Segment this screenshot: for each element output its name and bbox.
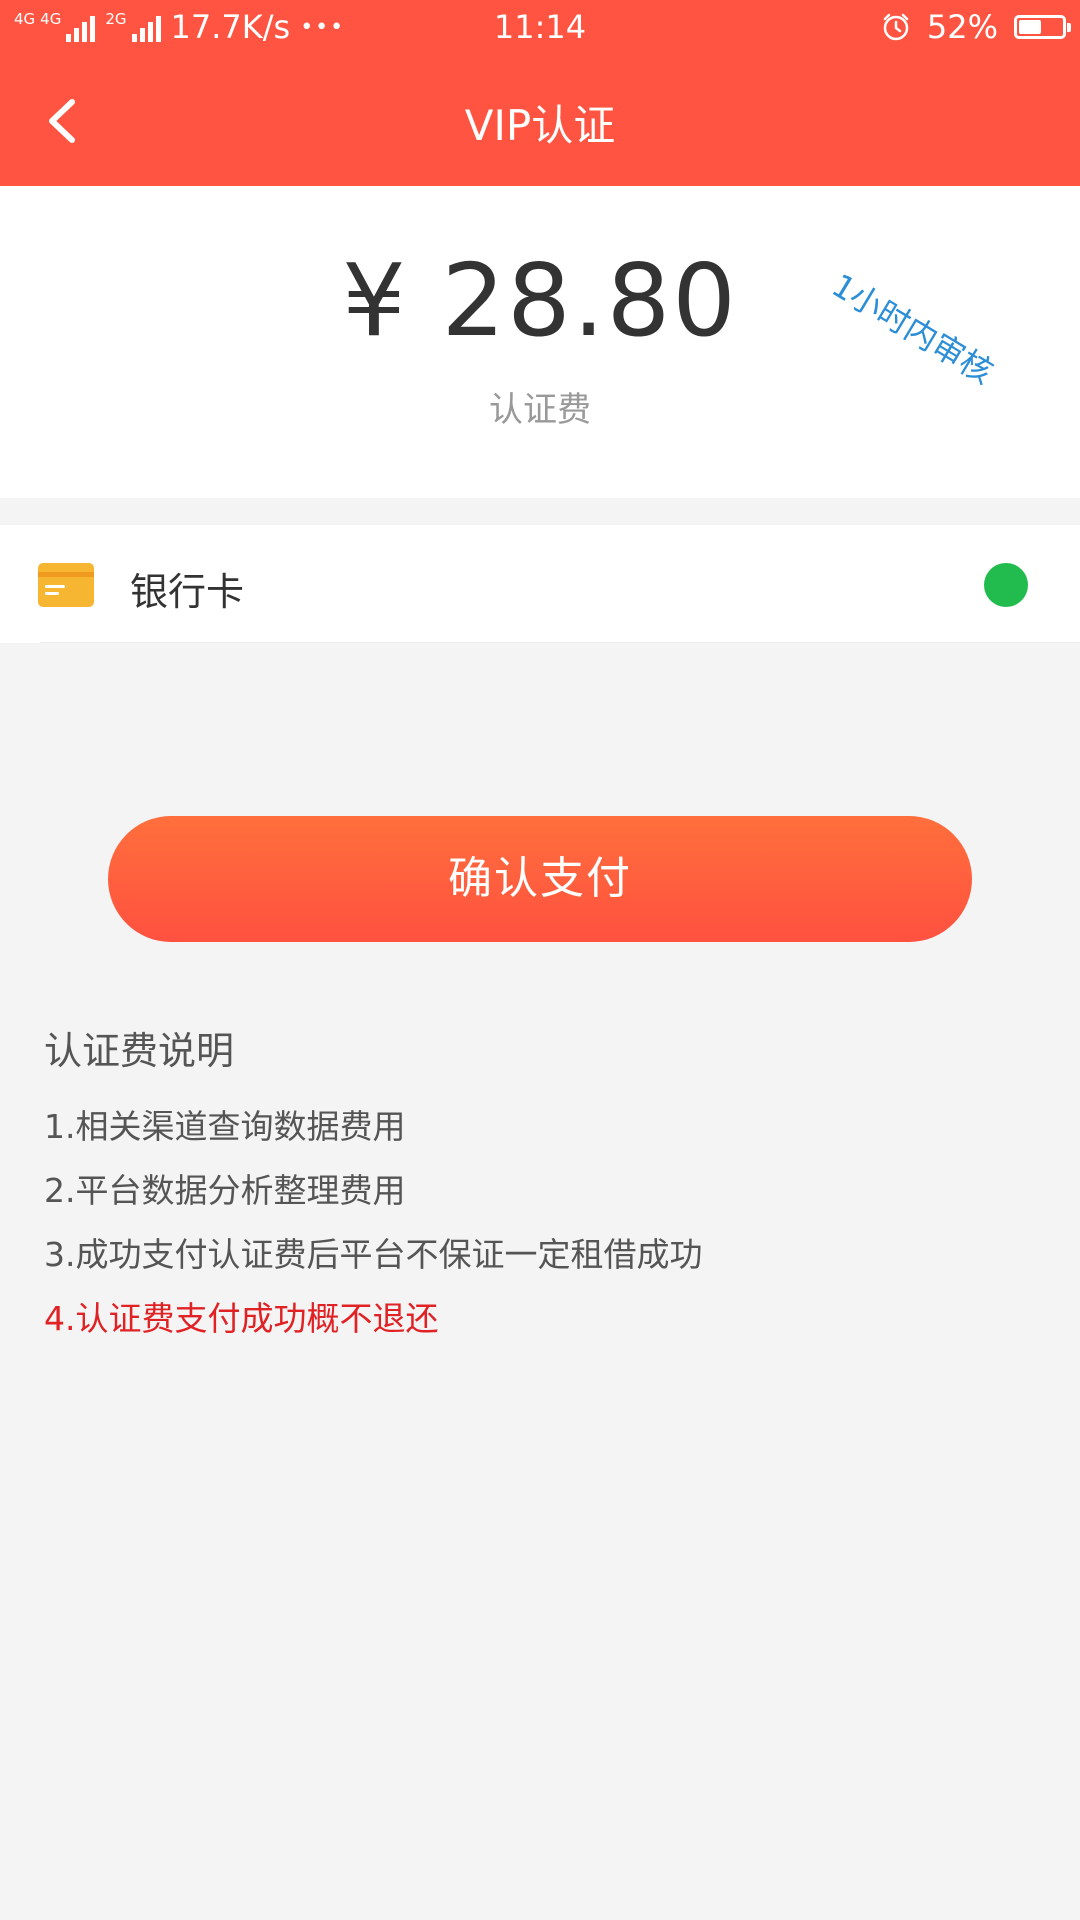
note-item: 3.成功支付认证费后平台不保证一定租借成功 [44, 1235, 703, 1274]
header: 4G 4G 2G 17.7K/s ••• 11:14 52% VIP认证 [0, 0, 1080, 186]
note-item-warning: 4.认证费支付成功概不退还 [44, 1299, 439, 1338]
battery-icon [1014, 15, 1071, 39]
confirm-payment-button[interactable]: 确认支付 [108, 816, 972, 942]
payment-selected-radio[interactable] [984, 563, 1028, 607]
status-right: 52% [881, 8, 1071, 46]
fee-notes: 认证费说明 1.相关渠道查询数据费用 2.平台数据分析整理费用 3.成功支付认证… [44, 1020, 1044, 1351]
note-item: 2.平台数据分析整理费用 [44, 1171, 406, 1210]
note-item: 1.相关渠道查询数据费用 [44, 1107, 406, 1146]
battery-percent: 52% [926, 8, 998, 46]
alarm-icon [883, 13, 909, 41]
amount-card: ¥ 28.80 认证费 1小时内审核 [0, 186, 1080, 498]
payment-method-bank-card[interactable]: 银行卡 [0, 525, 1080, 643]
payment-method-label: 银行卡 [130, 570, 245, 614]
status-bar: 4G 4G 2G 17.7K/s ••• 11:14 52% [0, 0, 1080, 56]
battery-level [1019, 20, 1041, 34]
fee-label: 认证费 [489, 390, 591, 430]
bank-card-icon [38, 563, 94, 607]
page-title: VIP认证 [464, 101, 616, 150]
nav-bar: VIP认证 [0, 56, 1080, 186]
notes-title: 认证费说明 [44, 1029, 235, 1073]
